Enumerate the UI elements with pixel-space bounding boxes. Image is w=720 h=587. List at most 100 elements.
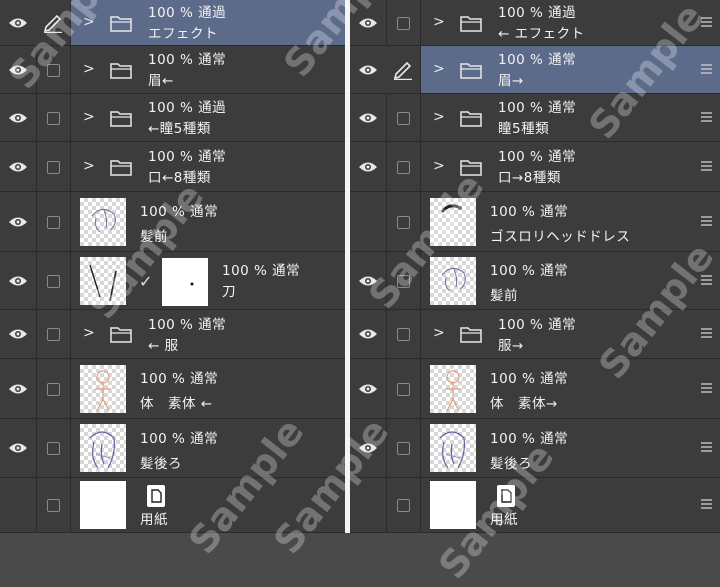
layer-folder-row[interactable]: >100 % 通常 眉→ [350,46,720,94]
visibility-toggle[interactable] [350,46,387,93]
visibility-toggle[interactable] [350,0,387,45]
layer-checkbox[interactable] [47,63,60,77]
visibility-toggle[interactable] [350,252,387,309]
chevron-right-icon[interactable]: > [83,61,95,77]
chevron-right-icon[interactable]: > [433,325,445,341]
eye-icon[interactable] [358,383,378,395]
drag-handle-icon[interactable] [701,63,712,74]
visibility-toggle[interactable] [0,310,37,358]
visibility-toggle[interactable] [350,478,387,532]
visibility-toggle[interactable] [350,192,387,251]
edit-target-cell[interactable] [36,419,71,477]
visibility-toggle[interactable] [0,359,37,418]
layer-row[interactable]: 100 % 通常 髪後ろ [350,419,720,478]
layer-checkbox[interactable] [397,16,410,30]
chevron-right-icon[interactable]: > [433,61,445,77]
chevron-right-icon[interactable]: > [433,14,445,30]
layer-checkbox[interactable] [47,499,60,512]
chevron-right-icon[interactable]: > [433,158,445,174]
layer-folder-row[interactable]: >100 % 通常 口→8種類 [350,142,720,192]
edit-target-cell[interactable] [386,192,421,251]
visibility-toggle[interactable] [350,142,387,191]
eye-icon[interactable] [8,17,28,29]
chevron-right-icon[interactable]: > [83,325,95,341]
chevron-right-icon[interactable]: > [433,109,445,125]
layer-checkbox[interactable] [47,442,60,455]
edit-target-cell[interactable] [36,310,71,358]
layer-folder-row[interactable]: >100 % 通常 ← 服 [0,310,345,359]
layer-folder-row[interactable]: >100 % 通過 ← エフェクト [350,0,720,46]
visibility-toggle[interactable] [0,0,37,45]
layer-checkbox[interactable] [397,160,410,174]
layer-row[interactable]: 用紙 [0,478,345,533]
chevron-right-icon[interactable]: > [83,158,95,174]
drag-handle-icon[interactable] [701,328,712,338]
layer-row[interactable]: ✓ 100 % 通常刀 [0,252,345,310]
edit-target-cell[interactable] [386,46,421,93]
edit-target-cell[interactable] [386,478,421,532]
layer-checkbox[interactable] [397,442,410,455]
eye-icon[interactable] [8,328,28,340]
drag-handle-icon[interactable] [701,382,712,393]
layer-folder-row[interactable]: >100 % 通常 瞳5種類 [350,94,720,142]
layer-checkbox[interactable] [47,160,60,174]
chevron-right-icon[interactable]: > [83,109,95,125]
eye-icon[interactable] [358,112,378,124]
drag-handle-icon[interactable] [701,16,712,27]
chevron-right-icon[interactable]: > [83,14,95,30]
eye-icon[interactable] [358,275,378,287]
edit-target-cell[interactable] [36,359,71,418]
edit-target-cell[interactable] [36,0,71,45]
edit-target-cell[interactable] [36,94,71,141]
visibility-toggle[interactable] [0,142,37,191]
eye-icon[interactable] [358,442,378,454]
layer-checkbox[interactable] [397,111,410,125]
edit-target-cell[interactable] [36,46,71,93]
layer-checkbox[interactable] [397,215,410,229]
visibility-toggle[interactable] [0,419,37,477]
drag-handle-icon[interactable] [701,442,712,452]
layer-row[interactable]: 100 % 通常 ゴスロリヘッドドレス [350,192,720,252]
edit-target-cell[interactable] [386,94,421,141]
layer-checkbox[interactable] [47,215,60,229]
visibility-toggle[interactable] [0,478,37,532]
visibility-toggle[interactable] [350,419,387,477]
eye-icon[interactable] [358,64,378,76]
layer-row[interactable]: 100 % 通常体 素体 ← [0,359,345,419]
layer-row[interactable]: 100 % 通常体 素体→ [350,359,720,419]
layer-folder-row[interactable]: >100 % 通常 服→ [350,310,720,359]
eye-icon[interactable] [358,328,378,340]
eye-icon[interactable] [8,383,28,395]
edit-target-cell[interactable] [36,142,71,191]
drag-handle-icon[interactable] [701,215,712,226]
eye-icon[interactable] [8,275,28,287]
visibility-toggle[interactable] [350,359,387,418]
layer-checkbox[interactable] [47,382,60,396]
layer-folder-row[interactable]: >100 % 通過 エフェクト [0,0,345,46]
eye-icon[interactable] [8,112,28,124]
layer-checkbox[interactable] [397,274,410,288]
visibility-toggle[interactable] [0,46,37,93]
eye-icon[interactable] [8,64,28,76]
edit-target-cell[interactable] [36,252,71,309]
layer-checkbox[interactable] [397,328,410,341]
layer-checkbox[interactable] [47,111,60,125]
eye-icon[interactable] [8,161,28,173]
layer-row[interactable]: 100 % 通常 髪後ろ [0,419,345,478]
drag-handle-icon[interactable] [701,160,712,171]
eye-icon[interactable] [358,17,378,29]
visibility-toggle[interactable] [350,94,387,141]
edit-target-cell[interactable] [36,478,71,532]
edit-target-cell[interactable] [36,192,71,251]
visibility-toggle[interactable] [0,252,37,309]
edit-target-cell[interactable] [386,310,421,358]
layer-folder-row[interactable]: >100 % 通過 ←瞳5種類 [0,94,345,142]
drag-handle-icon[interactable] [701,274,712,285]
layer-row[interactable]: 用紙 [350,478,720,533]
edit-target-cell[interactable] [386,359,421,418]
visibility-toggle[interactable] [0,192,37,251]
layer-folder-row[interactable]: >100 % 通常 眉← [0,46,345,94]
layer-checkbox[interactable] [397,382,410,396]
visibility-toggle[interactable] [0,94,37,141]
layer-row[interactable]: 100 % 通常 髪前 [350,252,720,310]
